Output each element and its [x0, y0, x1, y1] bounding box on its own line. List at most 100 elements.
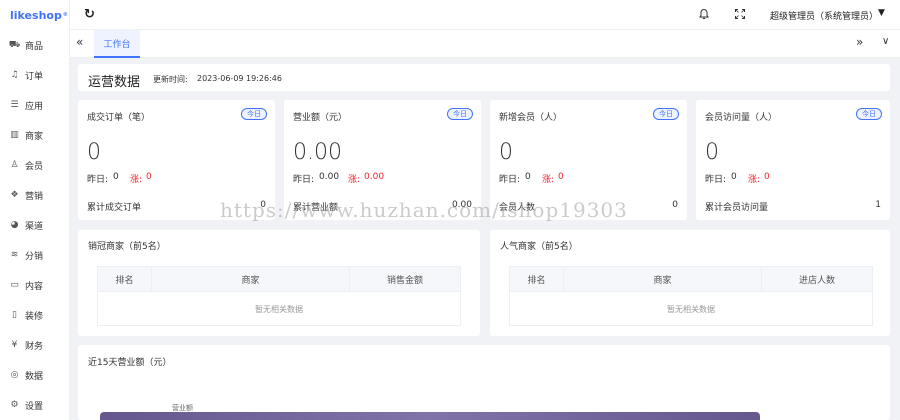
stat-label: 营业额（元）	[293, 113, 348, 123]
sidebar-item-label: 渠道	[25, 221, 44, 232]
fullscreen-icon[interactable]	[734, 8, 746, 20]
sidebar-item-finance[interactable]: ¥ 财务	[0, 334, 70, 356]
stat-card-visits: 会员访问量（人） 今日 0 昨日: 0 涨: 0 累计会员访问量 1	[696, 100, 890, 220]
yesterday-value: 0	[525, 172, 531, 182]
tab-scroll-left-icon[interactable]: «	[76, 35, 83, 49]
top-sales-merchants-panel: 销冠商家（前5名） 排名 商家 销售金额 暂无相关数据	[78, 230, 480, 336]
sidebar-item-label: 商品	[25, 41, 44, 52]
sidebar-item-label: 订单	[25, 71, 44, 82]
tab-dashboard[interactable]: 工作台	[94, 30, 140, 58]
revenue-chart-panel: 近15天营业额（元） 营业额	[78, 345, 890, 420]
sidebar-item-orders[interactable]: ♫ 订单	[0, 64, 70, 86]
sidebar-item-label: 设置	[25, 401, 44, 412]
total-label: 累计成交订单	[87, 203, 142, 213]
stat-value: 0	[705, 140, 719, 165]
yen-icon: ¥	[11, 340, 18, 350]
sidebar-item-apps[interactable]: ☰ 应用	[0, 94, 70, 116]
panel-title: 人气商家（前5名）	[500, 242, 578, 252]
today-badge: 今日	[653, 108, 679, 120]
sidebar-item-label: 应用	[25, 101, 44, 112]
column-header-merchant[interactable]: 商家	[564, 267, 762, 292]
notification-bell-icon[interactable]	[698, 8, 710, 20]
today-badge: 今日	[241, 108, 267, 120]
sidebar-item-label: 会员	[25, 161, 44, 172]
sidebar-item-merchants[interactable]: ▥ 商家	[0, 124, 70, 146]
store-icon: ▥	[10, 130, 19, 140]
sidebar-item-content[interactable]: ▭ 内容	[0, 274, 70, 296]
list-icon: ☰	[10, 100, 19, 110]
total-label: 累计会员访问量	[705, 203, 769, 213]
book-icon: ▭	[10, 280, 19, 290]
column-header-rank[interactable]: 排名	[510, 267, 564, 292]
rise-value: 0	[558, 172, 564, 182]
stat-label: 会员访问量（人）	[705, 113, 778, 123]
top-bar: ↻ 超级管理员（系统管理员） ▼	[70, 0, 900, 30]
gift-icon: ❖	[10, 190, 19, 200]
panel-title: 销冠商家（前5名）	[88, 242, 166, 252]
yesterday-label: 昨日:	[87, 175, 109, 185]
sidebar-item-label: 商家	[25, 131, 44, 142]
yesterday-label: 昨日:	[499, 175, 521, 185]
column-header-rank[interactable]: 排名	[98, 267, 152, 292]
cart-icon: ⛟	[8, 39, 21, 50]
sidebar-item-data[interactable]: ◎ 数据	[0, 364, 70, 386]
column-header-merchant[interactable]: 商家	[152, 267, 350, 292]
sidebar-item-label: 内容	[25, 281, 44, 292]
layers-icon: ≋	[10, 250, 19, 260]
sidebar-item-channels[interactable]: ◕ 渠道	[0, 214, 70, 236]
sidebar-item-settings[interactable]: ⚙ 设置	[0, 394, 70, 416]
sidebar-item-marketing[interactable]: ❖ 营销	[0, 184, 70, 206]
sidebar: likeshop ® ⛟ 商品 ♫ 订单 ☰ 应用 ▥ 商家 ♙ 会员 ❖ 营销 ◕ 渠道 ≋ 分…	[0, 0, 70, 420]
sidebar-item-goods[interactable]: ⛟ 商品	[0, 34, 70, 56]
user-icon: ♙	[10, 160, 19, 170]
yesterday-label: 昨日:	[293, 175, 315, 185]
operations-header: 运营数据 更新时间: 2023-06-09 19:26:46	[78, 64, 890, 91]
stat-label: 新增会员（人）	[499, 113, 563, 123]
chevron-down-icon[interactable]: ▼	[878, 8, 885, 18]
sidebar-item-decoration[interactable]: ▯ 装修	[0, 304, 70, 326]
rise-label: 涨:	[542, 175, 555, 185]
rise-value: 0	[764, 172, 770, 182]
yesterday-label: 昨日:	[705, 175, 727, 185]
sidebar-item-members[interactable]: ♙ 会员	[0, 154, 70, 176]
rise-label: 涨:	[348, 175, 361, 185]
yesterday-value: 0.00	[319, 172, 340, 182]
total-value: 0	[672, 200, 678, 210]
table-header: 排名 商家 进店人数	[510, 267, 872, 292]
refresh-icon[interactable]: ↻	[84, 7, 95, 22]
stat-value: 0	[87, 140, 101, 165]
column-header-visitors[interactable]: 进店人数	[762, 267, 872, 292]
sidebar-item-label: 营销	[25, 191, 44, 202]
brand-logo[interactable]: likeshop ®	[0, 0, 69, 30]
brand-name: likeshop	[10, 8, 62, 22]
rise-label: 涨:	[130, 175, 143, 185]
update-time-label: 更新时间:	[153, 75, 188, 84]
update-time: 2023-06-09 19:26:46	[197, 74, 282, 83]
empty-state: 暂无相关数据	[667, 304, 715, 314]
stat-value: 0	[499, 140, 513, 165]
sidebar-item-label: 分销	[25, 251, 44, 262]
bell-icon: ♫	[10, 70, 19, 80]
settings-icon: ⚙	[10, 400, 19, 410]
total-value: 1	[875, 200, 881, 210]
tab-scroll-right-icon[interactable]: »	[856, 35, 863, 49]
sidebar-item-label: 装修	[25, 311, 44, 322]
today-badge: 今日	[447, 108, 473, 120]
column-header-sales-amount[interactable]: 销售金额	[350, 267, 460, 292]
yesterday-value: 0	[731, 172, 737, 182]
today-badge: 今日	[856, 108, 882, 120]
tab-menu-icon[interactable]: ∨	[882, 36, 889, 47]
sidebar-item-label: 数据	[25, 371, 44, 382]
top-sales-table: 排名 商家 销售金额 暂无相关数据	[97, 266, 461, 326]
rise-value: 0	[146, 172, 152, 182]
user-name[interactable]: 超级管理员（系统管理员）	[770, 9, 878, 22]
yesterday-value: 0	[113, 172, 119, 182]
sidebar-item-distribution[interactable]: ≋ 分销	[0, 244, 70, 266]
dock-strip	[100, 412, 760, 420]
popular-merchants-table: 排名 商家 进店人数 暂无相关数据	[509, 266, 873, 326]
rise-value: 0.00	[364, 172, 385, 182]
watermark: https://www.huzhan.com/ishop19303	[220, 198, 628, 222]
data-icon: ◎	[10, 370, 19, 380]
table-header: 排名 商家 销售金额	[98, 267, 460, 292]
rise-label: 涨:	[748, 175, 761, 185]
